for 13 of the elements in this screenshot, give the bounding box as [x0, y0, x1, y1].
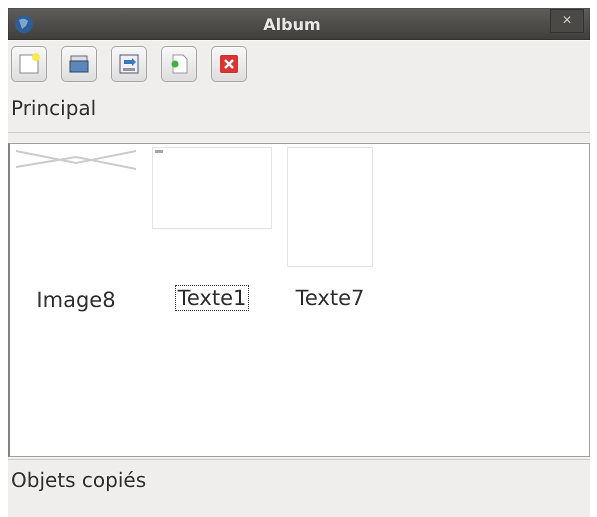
item-label[interactable]: Texte7 — [292, 285, 368, 311]
section-header[interactable]: Principal — [8, 88, 590, 133]
document-arrow-button[interactable] — [161, 46, 197, 82]
globe-icon — [14, 14, 34, 34]
close-button[interactable]: × — [550, 9, 584, 33]
folder-button[interactable] — [61, 46, 97, 82]
delete-button[interactable] — [211, 46, 247, 82]
item-label[interactable]: Image8 — [33, 287, 119, 313]
item-label[interactable]: Texte1 — [174, 285, 250, 311]
new-document-button[interactable] — [11, 46, 47, 82]
window-title: Album — [262, 14, 322, 34]
section-header[interactable]: Objets copiés — [8, 459, 590, 504]
save-button[interactable] — [111, 46, 147, 82]
